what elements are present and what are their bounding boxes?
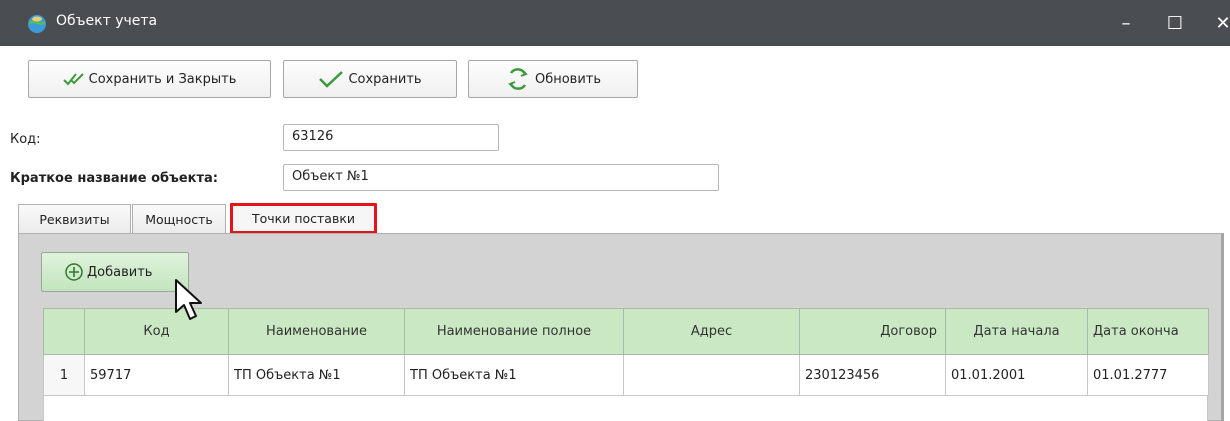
save-and-close-label: Сохранить и Закрыть xyxy=(88,71,237,87)
add-button[interactable]: Добавить xyxy=(41,252,189,292)
tab-rekvizity[interactable]: Реквизиты xyxy=(18,204,131,234)
double-check-icon xyxy=(62,73,84,86)
save-button[interactable]: Сохранить xyxy=(283,60,457,98)
column-header-full-name[interactable]: Наименование полное xyxy=(404,308,624,355)
code-field[interactable]: 63126 xyxy=(283,124,499,151)
window-title: Объект учета xyxy=(56,13,158,29)
tab-moshchnost[interactable]: Мощность xyxy=(132,204,226,234)
check-icon xyxy=(319,71,344,88)
cell-address[interactable] xyxy=(623,354,800,396)
cell-contract[interactable]: 230123456 xyxy=(799,354,946,396)
column-header-start-date[interactable]: Дата начала xyxy=(945,308,1088,355)
column-header-address[interactable]: Адрес xyxy=(623,308,800,355)
minimize-button[interactable]: – xyxy=(1103,0,1149,46)
refresh-icon xyxy=(508,68,528,90)
close-button[interactable]: ✕ xyxy=(1200,0,1230,46)
supply-points-table: Код Наименование Наименование полное Адр… xyxy=(43,308,1209,396)
plus-circle-icon xyxy=(65,263,83,281)
short-name-label: Краткое название объекта: xyxy=(10,171,218,186)
cell-code[interactable]: 59717 xyxy=(84,354,229,396)
column-header-rownum[interactable] xyxy=(43,308,85,355)
row-number: 1 xyxy=(43,354,85,396)
cell-end-date[interactable]: 01.01.2777 xyxy=(1087,354,1209,396)
table-empty-area xyxy=(43,396,1208,421)
table-row[interactable]: 1 59717 ТП Объекта №1 ТП Объекта №1 2301… xyxy=(43,354,1209,396)
save-label: Сохранить xyxy=(348,71,422,87)
maximize-button[interactable]: ☐ xyxy=(1152,0,1198,46)
table-header-row: Код Наименование Наименование полное Адр… xyxy=(43,308,1209,355)
code-label: Код: xyxy=(10,132,41,147)
column-header-end-date[interactable]: Дата оконча xyxy=(1087,308,1209,355)
add-label: Добавить xyxy=(87,264,153,280)
mouse-cursor-icon xyxy=(175,279,202,320)
refresh-label: Обновить xyxy=(534,71,602,87)
cell-name[interactable]: ТП Объекта №1 xyxy=(228,354,405,396)
cell-full-name[interactable]: ТП Объекта №1 xyxy=(404,354,624,396)
column-header-contract[interactable]: Договор xyxy=(799,308,946,355)
app-globe-icon xyxy=(28,15,46,33)
tab-tochki-postavki[interactable]: Точки поставки xyxy=(230,203,377,234)
column-header-name[interactable]: Наименование xyxy=(228,308,405,355)
cell-start-date[interactable]: 01.01.2001 xyxy=(945,354,1088,396)
short-name-field[interactable]: Объект №1 xyxy=(283,164,719,191)
refresh-button[interactable]: Обновить xyxy=(468,60,638,98)
save-and-close-button[interactable]: Сохранить и Закрыть xyxy=(28,60,271,98)
title-bar: Объект учета – ☐ ✕ xyxy=(0,0,1230,46)
